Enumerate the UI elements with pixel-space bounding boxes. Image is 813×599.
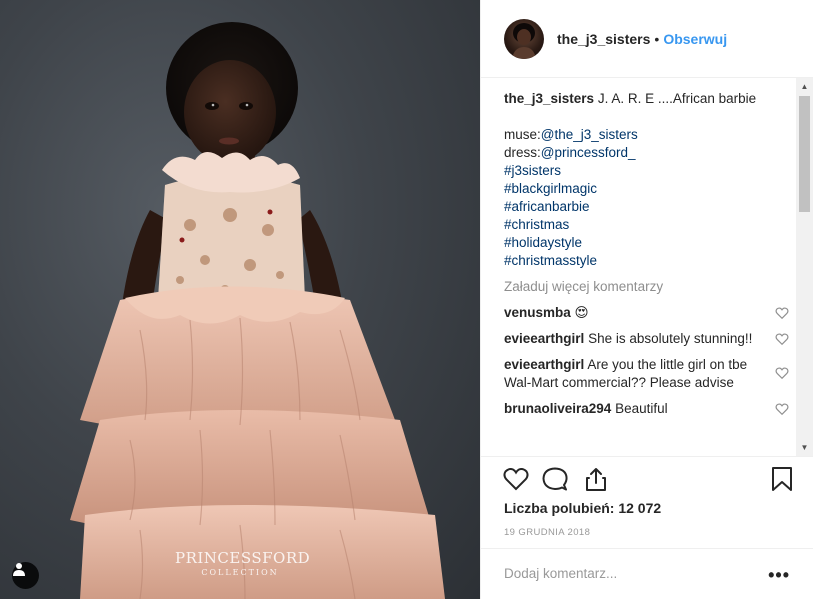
caption-username[interactable]: the_j3_sisters bbox=[504, 91, 594, 106]
watermark-sub: COLLECTION bbox=[201, 568, 279, 577]
hashtag-link[interactable]: #j3sisters bbox=[504, 162, 789, 180]
likes-count[interactable]: Liczba polubień: 12 072 bbox=[504, 500, 661, 516]
caption-text: J. A. R. E ....African barbie bbox=[597, 91, 757, 106]
comment-username[interactable]: venusmba bbox=[504, 305, 571, 320]
share-icon[interactable] bbox=[582, 465, 610, 493]
post-actions-bar bbox=[481, 456, 813, 500]
watermark-main: PRINCESSFORD bbox=[175, 549, 311, 567]
hashtag-link[interactable]: #christmas bbox=[504, 216, 789, 234]
comment-text: She is absolutely stunning!! bbox=[588, 331, 753, 346]
hashtag-link[interactable]: #africanbarbie bbox=[504, 198, 789, 216]
scroll-up-arrow-icon[interactable]: ▲ bbox=[796, 78, 813, 95]
comments-list[interactable]: the_j3_sisters J. A. R. E ....African ba… bbox=[481, 78, 813, 456]
load-more-comments-button[interactable]: Załaduj więcej komentarzy bbox=[504, 278, 789, 296]
caption: the_j3_sisters J. A. R. E ....African ba… bbox=[504, 90, 789, 108]
bookmark-icon[interactable] bbox=[768, 465, 796, 493]
comments-scrollbar[interactable]: ▲ ▼ bbox=[796, 78, 813, 456]
comment-item: evieearthgirl She is absolutely stunning… bbox=[504, 330, 789, 348]
avatar-image bbox=[512, 22, 536, 59]
add-comment-bar: Dodaj komentarz... ••• bbox=[481, 548, 813, 599]
comment-username[interactable]: evieearthgirl bbox=[504, 331, 584, 346]
add-comment-input[interactable]: Dodaj komentarz... bbox=[504, 566, 617, 581]
user-tag-button[interactable] bbox=[12, 562, 39, 589]
comment-username[interactable]: brunaoliveira294 bbox=[504, 401, 611, 416]
post-header: the_j3_sisters • Obserwuj bbox=[481, 0, 813, 78]
comment-item: brunaoliveira294 Beautiful bbox=[504, 400, 789, 418]
caption-dress-line: dress:@princessford_ bbox=[504, 144, 789, 162]
hashtag-link[interactable]: #christmasstyle bbox=[504, 252, 789, 270]
scroll-down-arrow-icon[interactable]: ▼ bbox=[796, 439, 813, 456]
comment-text: 😍 bbox=[574, 305, 589, 320]
heart-icon[interactable] bbox=[502, 465, 530, 493]
muse-link[interactable]: @the_j3_sisters bbox=[541, 127, 638, 142]
more-options-icon[interactable]: ••• bbox=[768, 565, 790, 586]
post-date[interactable]: 19 GRUDNIA 2018 bbox=[504, 527, 590, 538]
hashtag-link[interactable]: #holidaystyle bbox=[504, 234, 789, 252]
comment-text: Beautiful bbox=[615, 401, 668, 416]
follow-button[interactable]: Obserwuj bbox=[663, 31, 727, 47]
comment-item: venusmba 😍 bbox=[504, 304, 789, 322]
post-side-panel: the_j3_sisters • Obserwuj the_j3_sisters… bbox=[480, 0, 813, 599]
comment-username[interactable]: evieearthgirl bbox=[504, 357, 584, 372]
comment-item: evieearthgirl Are you the little girl on… bbox=[504, 356, 789, 392]
scrollbar-thumb[interactable] bbox=[799, 96, 810, 212]
comment-heart-icon[interactable] bbox=[775, 332, 789, 346]
comment-heart-icon[interactable] bbox=[775, 366, 789, 380]
comment-icon[interactable] bbox=[541, 465, 569, 493]
post-photo[interactable]: PRINCESSFORD COLLECTION bbox=[0, 0, 480, 599]
user-icon bbox=[13, 563, 25, 576]
comment-heart-icon[interactable] bbox=[775, 402, 789, 416]
header-username[interactable]: the_j3_sisters bbox=[557, 31, 650, 47]
header-separator: • bbox=[654, 30, 660, 47]
post-photo-illustration bbox=[70, 22, 445, 599]
muse-prefix: muse: bbox=[504, 127, 541, 142]
dress-prefix: dress: bbox=[504, 145, 541, 160]
avatar[interactable] bbox=[504, 18, 544, 59]
dress-link[interactable]: @princessford_ bbox=[541, 145, 636, 160]
watermark: PRINCESSFORD COLLECTION bbox=[175, 549, 311, 577]
comment-heart-icon[interactable] bbox=[775, 306, 789, 320]
hashtag-link[interactable]: #blackgirlmagic bbox=[504, 180, 789, 198]
caption-muse-line: muse:@the_j3_sisters bbox=[504, 126, 789, 144]
